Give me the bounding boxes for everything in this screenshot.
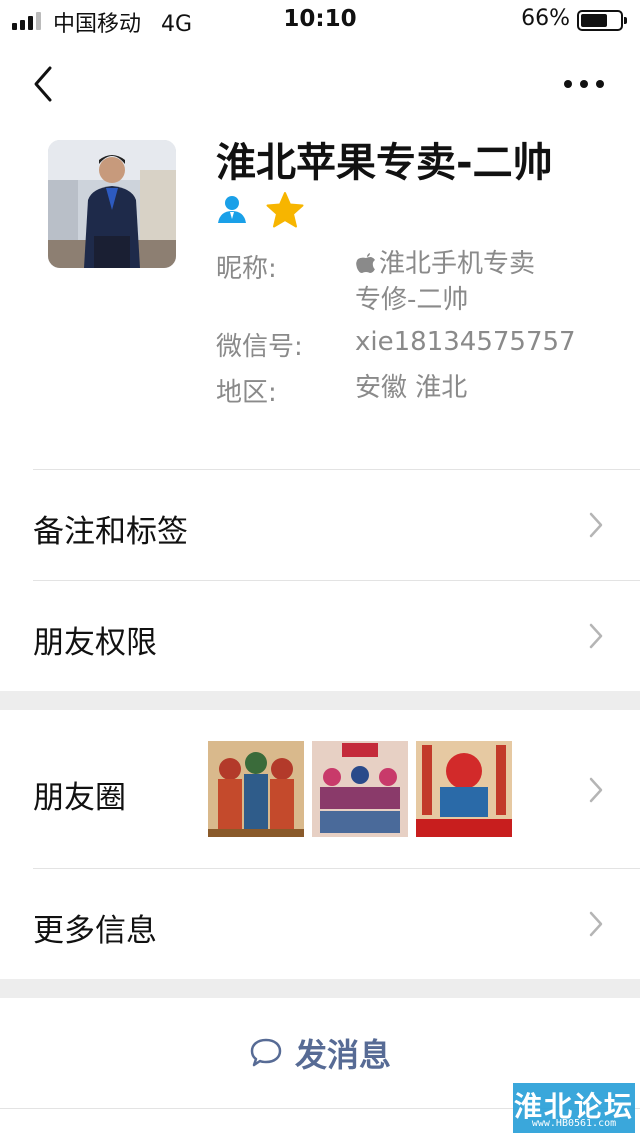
chevron-right-icon [589, 623, 603, 649]
remarks-tags-label: 备注和标签 [33, 514, 188, 550]
moments-thumbnail[interactable] [416, 741, 512, 837]
moments-thumbnail[interactable] [312, 741, 408, 837]
battery-icon [577, 10, 627, 31]
contact-name: 淮北苹果专卖-二帅 [216, 140, 553, 186]
apple-logo-icon [356, 253, 375, 273]
nickname-value: 淮北手机专卖 专修-二帅 [355, 249, 536, 315]
wechat-id-label: 微信号: [216, 332, 303, 362]
battery-percent: 66% [521, 6, 570, 31]
moments-label: 朋友圈 [33, 780, 126, 816]
section-gap [0, 691, 640, 710]
chevron-right-icon [589, 911, 603, 937]
more-dots-icon [564, 80, 604, 88]
chevron-right-icon [589, 777, 603, 803]
status-bar: 中国移动 4G 10:10 66% [0, 0, 640, 40]
watermark-logo: 淮北论坛 www.HB0561.com [513, 1083, 635, 1133]
section-gap [0, 979, 640, 998]
wechat-id-value: xie18134575757 [355, 327, 576, 357]
region-value: 安徽 淮北 [355, 373, 468, 403]
back-button[interactable] [28, 62, 64, 106]
friend-permissions-row[interactable]: 朋友权限 [0, 581, 640, 691]
more-info-label: 更多信息 [33, 913, 157, 949]
watermark-url: www.HB0561.com [531, 1118, 617, 1129]
chat-bubble-icon [250, 1038, 282, 1067]
avatar[interactable] [48, 140, 176, 268]
more-info-row[interactable]: 更多信息 [0, 869, 640, 979]
star-icon[interactable] [266, 191, 304, 229]
friend-permissions-label: 朋友权限 [33, 625, 157, 661]
send-message-label: 发消息 [294, 1036, 391, 1074]
nickname-label: 昵称: [216, 254, 277, 284]
remarks-tags-row[interactable]: 备注和标签 [0, 470, 640, 580]
chevron-left-icon [34, 66, 52, 102]
more-button[interactable] [562, 70, 606, 100]
chevron-right-icon [589, 512, 603, 538]
region-label: 地区: [216, 378, 277, 408]
person-icon [218, 196, 246, 223]
moments-thumbnail[interactable] [208, 741, 304, 837]
